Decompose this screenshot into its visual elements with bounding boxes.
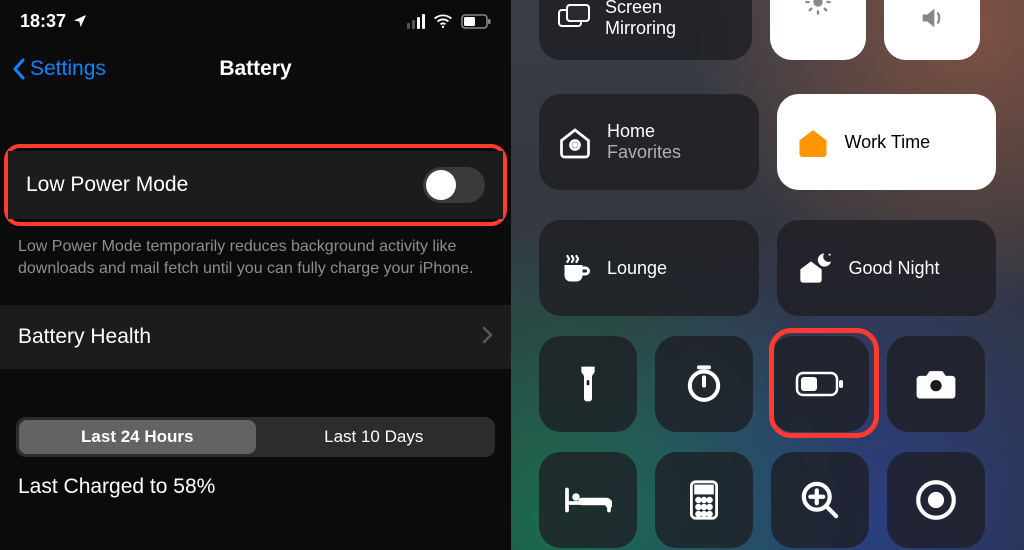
camera-tile[interactable] — [887, 336, 985, 432]
status-time: 18:37 — [20, 11, 66, 32]
battery-status-icon — [461, 14, 491, 29]
back-label: Settings — [30, 57, 106, 81]
segment-last-24h[interactable]: Last 24 Hours — [19, 420, 256, 454]
segment-last-10d[interactable]: Last 10 Days — [256, 420, 493, 454]
low-power-mode-label: Low Power Mode — [26, 173, 188, 197]
battery-icon — [795, 370, 845, 398]
bed-tile[interactable] — [539, 452, 637, 548]
battery-health-row[interactable]: Battery Health — [0, 305, 511, 369]
low-power-mode-description: Low Power Mode temporarily reduces backg… — [0, 226, 511, 305]
good-night-tile[interactable]: Good Night — [777, 220, 997, 316]
low-power-mode-row[interactable]: Low Power Mode — [8, 151, 503, 219]
home-label2: Favorites — [607, 142, 681, 163]
control-center-screen: Screen Mirroring — [511, 0, 1024, 550]
wifi-icon — [433, 13, 453, 29]
camera-icon — [915, 367, 957, 401]
screen-mirroring-icon — [557, 4, 591, 32]
lounge-tile[interactable]: Lounge — [539, 220, 759, 316]
chevron-right-icon — [481, 323, 493, 351]
nav-header: Settings Battery — [0, 42, 511, 96]
battery-health-label: Battery Health — [18, 325, 151, 349]
brightness-slider-tile[interactable] — [770, 0, 866, 60]
mug-icon — [557, 250, 593, 286]
home-favorites-tile[interactable]: Home Favorites — [539, 94, 759, 190]
timer-icon — [684, 364, 724, 404]
screen-mirroring-label2: Mirroring — [605, 18, 676, 39]
lounge-label: Lounge — [607, 258, 667, 279]
volume-icon — [918, 4, 946, 32]
cellular-signal-icon — [407, 14, 425, 29]
work-time-tile[interactable]: Work Time — [777, 94, 997, 190]
moon-home-icon — [795, 250, 835, 286]
flashlight-icon — [574, 364, 602, 404]
back-button[interactable]: Settings — [12, 57, 106, 81]
location-icon — [72, 13, 88, 29]
last-charged-label: Last Charged to 58% — [0, 457, 511, 499]
calculator-tile[interactable] — [655, 452, 753, 548]
low-power-mode-tile[interactable] — [771, 336, 869, 432]
record-icon — [915, 479, 957, 521]
screen-record-tile[interactable] — [887, 452, 985, 548]
battery-settings-screen: 18:37 — [0, 0, 511, 550]
calculator-icon — [688, 479, 720, 521]
low-power-mode-toggle[interactable] — [423, 167, 485, 203]
screen-mirroring-label1: Screen — [605, 0, 676, 18]
home-icon — [557, 124, 593, 160]
timer-tile[interactable] — [655, 336, 753, 432]
magnifier-tile[interactable] — [771, 452, 869, 548]
lowpower-highlight: Low Power Mode — [4, 144, 507, 226]
time-range-segmented[interactable]: Last 24 Hours Last 10 Days — [16, 417, 495, 457]
home-filled-icon — [795, 124, 831, 160]
home-label1: Home — [607, 121, 681, 142]
flashlight-tile[interactable] — [539, 336, 637, 432]
bed-icon — [564, 485, 612, 515]
magnifier-icon — [799, 479, 841, 521]
work-time-label: Work Time — [845, 132, 931, 153]
good-night-label: Good Night — [849, 258, 940, 279]
sun-icon — [804, 0, 832, 16]
status-bar: 18:37 — [0, 0, 511, 42]
volume-slider-tile[interactable] — [884, 0, 980, 60]
screen-mirroring-tile[interactable]: Screen Mirroring — [539, 0, 752, 60]
